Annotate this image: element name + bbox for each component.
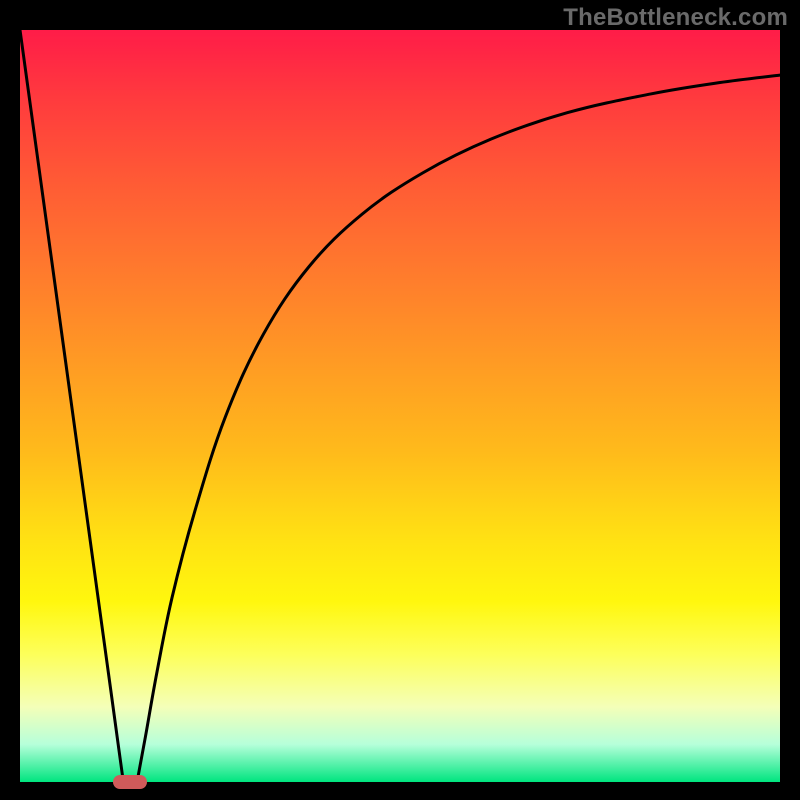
chart-frame: TheBottleneck.com bbox=[0, 0, 800, 800]
curves-layer bbox=[20, 30, 780, 782]
watermark-text: TheBottleneck.com bbox=[563, 4, 788, 32]
left-branch-curve bbox=[20, 30, 123, 782]
plot-area bbox=[20, 30, 780, 782]
optimal-marker bbox=[113, 775, 147, 789]
right-branch-curve bbox=[137, 75, 780, 782]
